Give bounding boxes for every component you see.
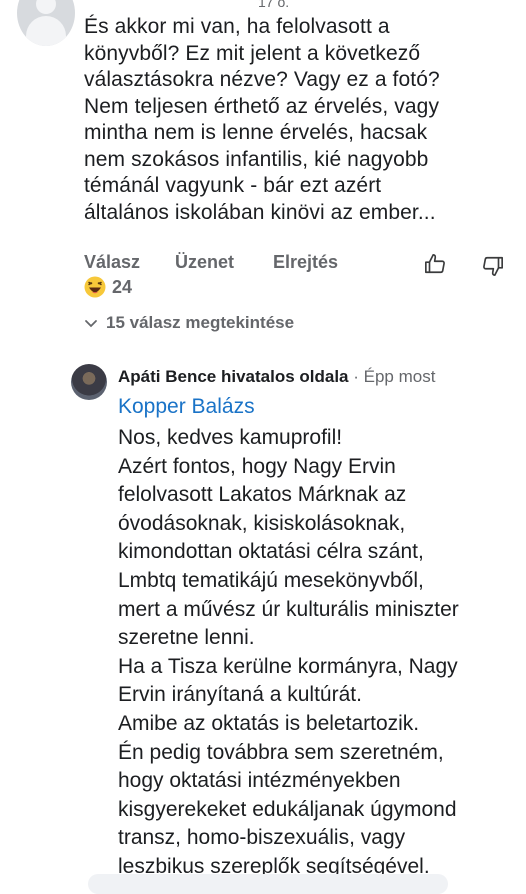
commenter-avatar[interactable] [17,0,75,46]
thumbs-down-icon[interactable] [482,255,504,277]
laughing-emoji-icon [84,276,106,298]
meta-separator: · [348,367,364,386]
reaction-count: 24 [112,277,133,297]
thumbs-up-icon[interactable] [424,253,446,275]
comment-input-bar[interactable] [88,874,448,894]
reply-button[interactable]: Válasz [84,252,140,273]
chevron-down-icon [85,319,97,327]
mention-link[interactable]: Kopper Balázs [118,395,255,419]
view-replies-link[interactable]: 15 válasz megtekintése [84,313,294,333]
reply-header: Apáti Bence hivatalos oldala · Épp most [118,367,435,387]
comment-body: És akkor mi van, ha felolvasott a könyvb… [84,15,440,224]
reply-timestamp: Épp most [363,367,436,386]
reply-author-name[interactable]: Apáti Bence hivatalos oldala [118,367,349,386]
hide-button[interactable]: Elrejtés [273,252,338,273]
reply-body: Nos, kedves kamuprofil! Azért fontos, ho… [118,426,459,878]
comment-meta-partial: 17 ó. [258,0,290,10]
message-button[interactable]: Üzenet [175,252,234,273]
avatar-shoulders-shape [26,16,66,46]
avatar-head-shape [36,0,56,14]
reply-author-avatar[interactable] [71,364,107,400]
view-replies-label: 15 válasz megtekintése [106,313,295,332]
